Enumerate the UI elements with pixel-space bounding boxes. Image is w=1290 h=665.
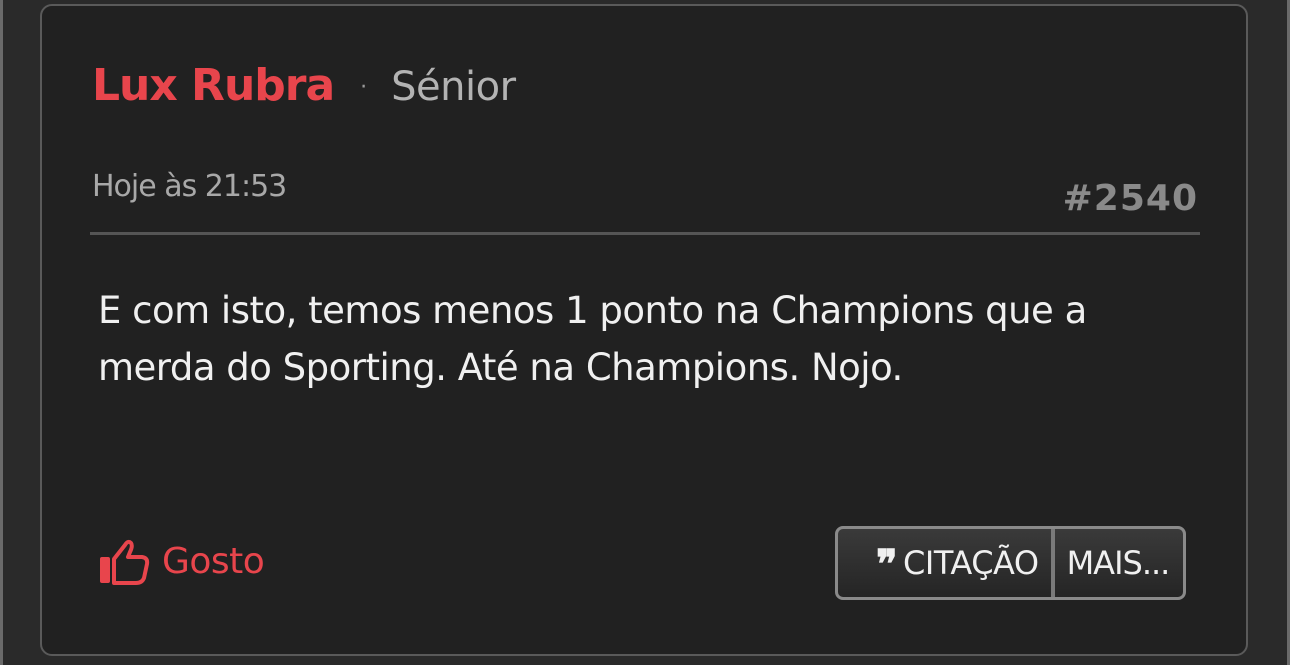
post-date: Hoje às 21:53 bbox=[92, 169, 287, 204]
post-body: E com isto, temos menos 1 ponto na Champ… bbox=[98, 282, 1178, 396]
post-header: Lux Rubra · Sénior bbox=[92, 60, 516, 111]
quote-button[interactable]: ❞ CITAÇÃO bbox=[838, 529, 1055, 597]
header-divider bbox=[90, 232, 1200, 235]
quote-icon: ❞ bbox=[876, 541, 898, 588]
like-button[interactable]: Gosto bbox=[98, 537, 265, 585]
more-button[interactable]: MAIS... bbox=[1055, 529, 1184, 597]
like-label: Gosto bbox=[162, 540, 265, 582]
page-edge-left bbox=[0, 0, 3, 665]
thumbs-up-icon bbox=[100, 539, 150, 585]
more-label: MAIS... bbox=[1066, 544, 1171, 582]
author-separator: · bbox=[360, 75, 368, 100]
author-rank: Sénior bbox=[391, 64, 516, 110]
quote-label: CITAÇÃO bbox=[903, 544, 1039, 582]
post-action-group: ❞ CITAÇÃO MAIS... bbox=[835, 526, 1187, 600]
post-card: Lux Rubra · Sénior Hoje às 21:53 #2540 E… bbox=[40, 4, 1248, 656]
post-body-line: E com isto, temos menos 1 ponto na Champ… bbox=[98, 289, 1087, 332]
post-number-link[interactable]: #2540 bbox=[1063, 178, 1198, 219]
post-body-line: merda do Sporting. Até na Champions. Noj… bbox=[98, 346, 903, 389]
author-name-link[interactable]: Lux Rubra bbox=[92, 60, 335, 111]
